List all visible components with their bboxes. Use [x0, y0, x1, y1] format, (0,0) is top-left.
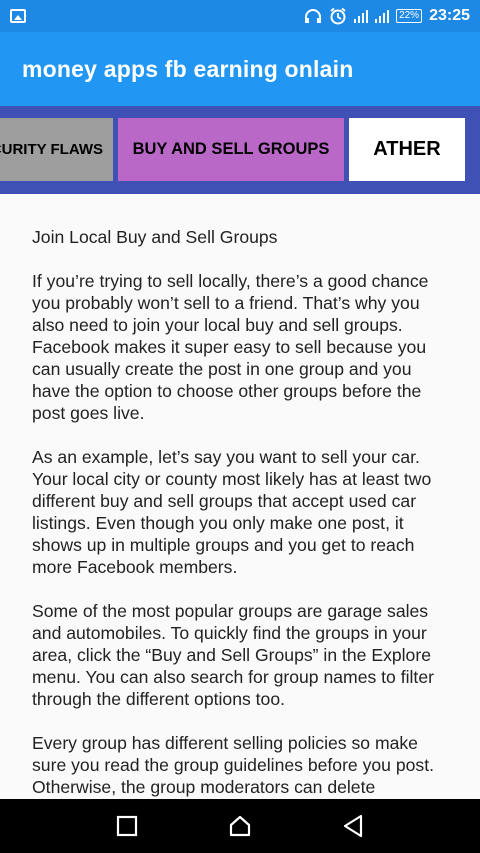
- tab-strip[interactable]: SECURITY FLAWS BUY AND SELL GROUPS ATHER: [0, 106, 480, 194]
- tab-ather[interactable]: ATHER: [349, 118, 465, 181]
- article-heading: Join Local Buy and Sell Groups: [32, 227, 278, 247]
- alarm-icon: [330, 7, 346, 25]
- home-icon: [229, 815, 251, 837]
- home-button[interactable]: [220, 806, 260, 846]
- tab-buy-and-sell-groups[interactable]: BUY AND SELL GROUPS: [118, 118, 344, 181]
- article-content[interactable]: Join Local Buy and Sell Groups If you’re…: [0, 194, 480, 799]
- recent-apps-button[interactable]: [107, 806, 147, 846]
- back-triangle-icon: [344, 814, 363, 838]
- back-button[interactable]: [333, 806, 373, 846]
- article-paragraph: As an example, let’s say you want to sel…: [32, 447, 432, 577]
- square-icon: [116, 815, 137, 837]
- headset-icon: [305, 9, 322, 23]
- signal-icon: [354, 9, 369, 23]
- image-icon: [10, 9, 26, 23]
- app-title: money apps fb earning onlain: [22, 55, 354, 82]
- clock-time: 23:25: [429, 7, 470, 24]
- app-bar: money apps fb earning onlain: [0, 32, 480, 106]
- article-paragraph: Some of the most popular groups are gara…: [32, 601, 434, 709]
- article-paragraph: If you’re trying to sell locally, there’…: [32, 271, 429, 423]
- signal-icon-2: [375, 9, 390, 23]
- article-paragraph: Every group has different selling polici…: [32, 733, 434, 797]
- tab-security-flaws[interactable]: SECURITY FLAWS: [0, 118, 113, 181]
- battery-icon: 22%: [396, 9, 423, 23]
- navigation-bar: [0, 799, 480, 853]
- status-bar: 22% 23:25: [0, 0, 480, 32]
